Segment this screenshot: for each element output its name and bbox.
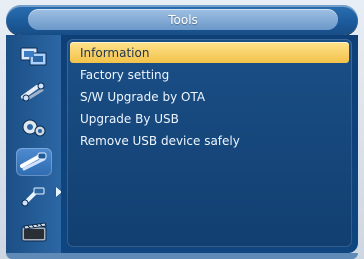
title-pill: Tools [28,9,338,30]
menu-item-information[interactable]: Information [70,42,349,63]
menu-item-label: Factory setting [80,67,170,82]
menu-item-label: S/W Upgrade by OTA [80,89,206,104]
usb-icon[interactable] [16,183,52,211]
menu-item-remove-usb[interactable]: Remove USB device safely [70,130,349,151]
menu-item-label: Information [80,45,150,60]
menu-item-factory-setting[interactable]: Factory setting [70,64,349,85]
tools-menu: Information Factory setting S/W Upgrade … [70,42,349,152]
tools-icon[interactable] [16,78,52,106]
title-bar: Tools [6,5,358,35]
frame-bottom-edge [6,253,358,259]
sidebar [6,35,62,253]
content-area: Information Factory setting S/W Upgrade … [61,35,358,253]
window-title: Tools [168,12,198,27]
tools-selected-icon[interactable] [16,148,52,176]
network-icon[interactable] [16,43,52,71]
menu-item-label: Remove USB device safely [80,133,240,148]
media-icon[interactable] [16,218,52,246]
menu-item-sw-upgrade-ota[interactable]: S/W Upgrade by OTA [70,86,349,107]
menu-panel: Information Factory setting S/W Upgrade … [67,39,352,247]
menu-item-label: Upgrade By USB [80,111,179,126]
menu-item-upgrade-usb[interactable]: Upgrade By USB [70,108,349,129]
settings-icon[interactable] [16,113,52,141]
